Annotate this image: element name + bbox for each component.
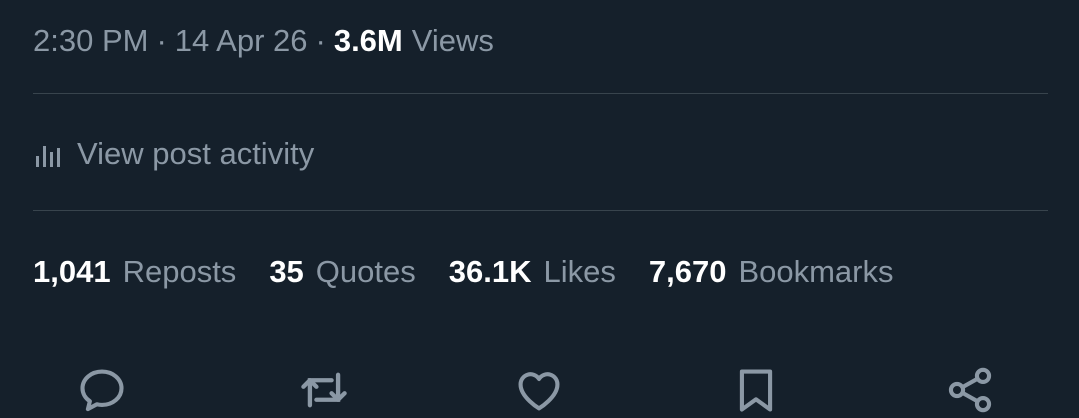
- views-count: 3.6M: [333, 23, 403, 58]
- share-icon: [948, 367, 992, 413]
- like-icon: [518, 372, 560, 411]
- bookmark-button[interactable]: [729, 364, 783, 418]
- reposts-label: Reposts: [122, 254, 237, 289]
- meta-separator: ·: [156, 23, 167, 58]
- engagement-stats: 1,041 Reposts 35 Quotes 36.1K Likes 7,67…: [33, 250, 926, 294]
- repost-icon: [301, 372, 347, 408]
- divider: [33, 93, 1048, 94]
- bookmark-icon: [739, 369, 773, 412]
- stat-likes[interactable]: 36.1K Likes: [449, 254, 616, 290]
- stat-reposts[interactable]: 1,041 Reposts: [33, 254, 236, 290]
- post-meta: 2:30 PM · 14 Apr 26 · 3.6M Views: [33, 20, 494, 62]
- reposts-count: 1,041: [33, 254, 111, 289]
- likes-label: Likes: [543, 254, 616, 289]
- action-bar: [0, 358, 1079, 418]
- quotes-count: 35: [269, 254, 304, 289]
- divider: [33, 210, 1048, 211]
- quotes-label: Quotes: [315, 254, 416, 289]
- stat-quotes[interactable]: 35 Quotes: [269, 254, 415, 290]
- view-post-activity-label: View post activity: [77, 136, 315, 171]
- meta-separator: ·: [315, 23, 326, 58]
- bookmarks-label: Bookmarks: [738, 254, 894, 289]
- views-label: Views: [411, 23, 494, 58]
- reply-icon: [80, 369, 124, 412]
- likes-count: 36.1K: [448, 254, 532, 289]
- stat-bookmarks[interactable]: 7,670 Bookmarks: [649, 254, 894, 290]
- post-time: 2:30 PM: [33, 23, 149, 58]
- repost-button[interactable]: [297, 364, 351, 418]
- post-date[interactable]: 14 Apr 26: [175, 23, 308, 59]
- view-post-activity-link[interactable]: View post activity: [33, 132, 314, 176]
- reply-button[interactable]: [75, 364, 129, 418]
- like-button[interactable]: [512, 364, 566, 418]
- share-button[interactable]: [943, 364, 997, 418]
- bar-chart-icon: [33, 139, 63, 169]
- bookmarks-count: 7,670: [648, 254, 727, 289]
